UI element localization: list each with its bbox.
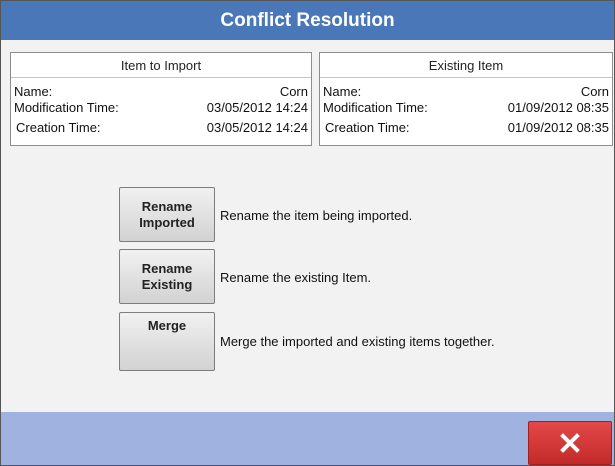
existing-panel-header: Existing Item — [320, 53, 612, 78]
merge-button[interactable]: Merge — [119, 312, 215, 371]
existing-name-value: Corn — [580, 84, 609, 99]
import-creation-row: Creation Time: 03/05/2012 14:24 — [11, 120, 311, 136]
rename-imported-button[interactable]: Rename Imported — [119, 187, 215, 242]
import-name-value: Corn — [279, 84, 308, 99]
rename-existing-line1: Rename — [141, 260, 193, 276]
merge-label: Merge — [147, 318, 187, 333]
rename-imported-description: Rename the item being imported. — [220, 208, 413, 223]
close-button[interactable] — [528, 421, 612, 465]
rename-existing-description: Rename the existing Item. — [220, 270, 372, 285]
dialog-title: Conflict Resolution — [1, 1, 614, 40]
import-panel-header: Item to Import — [11, 53, 311, 78]
item-to-import-panel: Item to Import Name: Corn Modification T… — [10, 52, 312, 146]
import-name-row: Name: Corn — [11, 84, 311, 100]
existing-modification-row: Modification Time: 01/09/2012 08:35 — [320, 100, 612, 116]
existing-name-label: Name: — [323, 84, 362, 99]
existing-modification-value: 01/09/2012 08:35 — [507, 100, 609, 115]
existing-creation-label: Creation Time: — [325, 120, 410, 135]
rename-existing-line2: Existing — [141, 276, 193, 292]
import-name-label: Name: — [14, 84, 53, 99]
existing-modification-label: Modification Time: — [323, 100, 428, 115]
existing-item-panel: Existing Item Name: Corn Modification Ti… — [319, 52, 613, 146]
import-creation-label: Creation Time: — [16, 120, 101, 135]
footer-bar — [1, 412, 614, 465]
rename-existing-button[interactable]: Rename Existing — [119, 249, 215, 304]
existing-creation-value: 01/09/2012 08:35 — [507, 120, 609, 135]
close-x-icon — [560, 433, 580, 453]
existing-creation-row: Creation Time: 01/09/2012 08:35 — [320, 120, 612, 136]
rename-imported-line2: Imported — [139, 214, 195, 230]
merge-description: Merge the imported and existing items to… — [220, 334, 495, 349]
import-modification-value: 03/05/2012 14:24 — [206, 100, 308, 115]
existing-name-row: Name: Corn — [320, 84, 612, 100]
conflict-resolution-dialog: Conflict Resolution Item to Import Name:… — [0, 0, 615, 466]
import-modification-label: Modification Time: — [14, 100, 119, 115]
rename-imported-line1: Rename — [141, 198, 193, 214]
import-creation-value: 03/05/2012 14:24 — [206, 120, 308, 135]
import-modification-row: Modification Time: 03/05/2012 14:24 — [11, 100, 311, 116]
